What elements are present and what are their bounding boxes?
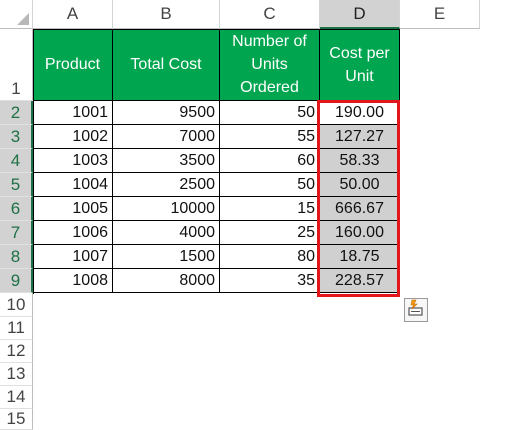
- cell-a6[interactable]: 1005: [33, 197, 113, 221]
- cell-b4[interactable]: 3500: [113, 149, 220, 173]
- cell-b7[interactable]: 4000: [113, 221, 220, 245]
- row-header-9[interactable]: 9: [0, 269, 33, 293]
- cell-d2[interactable]: 190.00: [320, 101, 400, 125]
- cell-a5[interactable]: 1004: [33, 173, 113, 197]
- cell-c3[interactable]: 55: [220, 125, 320, 149]
- cell-b2[interactable]: 9500: [113, 101, 220, 125]
- cell-a4[interactable]: 1003: [33, 149, 113, 173]
- spreadsheet-grid: A B C D E 1 2 3 4 5 6 7 8 9 10 11 12 13 …: [0, 0, 510, 430]
- cell-a2[interactable]: 1001: [33, 101, 113, 125]
- row-header-13[interactable]: 13: [0, 363, 33, 386]
- cell-d7[interactable]: 160.00: [320, 221, 400, 245]
- cell-c4[interactable]: 60: [220, 149, 320, 173]
- header-cell-total-cost[interactable]: Total Cost: [113, 29, 220, 101]
- cell-d3[interactable]: 127.27: [320, 125, 400, 149]
- column-header-d[interactable]: D: [320, 0, 400, 29]
- quick-analysis-button[interactable]: [404, 298, 428, 322]
- row-header-1[interactable]: 1: [0, 29, 33, 101]
- cell-a9[interactable]: 1008: [33, 269, 113, 293]
- row-header-6[interactable]: 6: [0, 197, 33, 221]
- row-header-5[interactable]: 5: [0, 173, 33, 197]
- cell-b3[interactable]: 7000: [113, 125, 220, 149]
- cell-a8[interactable]: 1007: [33, 245, 113, 269]
- row-header-2[interactable]: 2: [0, 101, 33, 125]
- cell-d9[interactable]: 228.57: [320, 269, 400, 293]
- cell-c6[interactable]: 15: [220, 197, 320, 221]
- header-cell-product[interactable]: Product: [33, 29, 113, 101]
- column-header-c[interactable]: C: [220, 0, 320, 29]
- cell-b5[interactable]: 2500: [113, 173, 220, 197]
- select-all-button[interactable]: [0, 0, 33, 29]
- header-cell-cost-per-unit[interactable]: Cost per Unit: [320, 29, 400, 101]
- row-header-11[interactable]: 11: [0, 317, 33, 340]
- row-header-7[interactable]: 7: [0, 221, 33, 245]
- column-header-e[interactable]: E: [400, 0, 480, 29]
- cell-d5[interactable]: 50.00: [320, 173, 400, 197]
- cell-b8[interactable]: 1500: [113, 245, 220, 269]
- column-header-b[interactable]: B: [113, 0, 220, 29]
- cell-d8[interactable]: 18.75: [320, 245, 400, 269]
- row-header-12[interactable]: 12: [0, 340, 33, 363]
- cell-c9[interactable]: 35: [220, 269, 320, 293]
- cell-c5[interactable]: 50: [220, 173, 320, 197]
- row-header-8[interactable]: 8: [0, 245, 33, 269]
- header-cell-units-ordered[interactable]: Number of Units Ordered: [220, 29, 320, 101]
- cell-a7[interactable]: 1006: [33, 221, 113, 245]
- cell-d6[interactable]: 666.67: [320, 197, 400, 221]
- cell-b9[interactable]: 8000: [113, 269, 220, 293]
- row-header-14[interactable]: 14: [0, 386, 33, 409]
- cell-c2[interactable]: 50: [220, 101, 320, 125]
- cell-c7[interactable]: 25: [220, 221, 320, 245]
- cell-d4[interactable]: 58.33: [320, 149, 400, 173]
- row-header-3[interactable]: 3: [0, 125, 33, 149]
- quick-analysis-icon: [407, 299, 425, 322]
- column-header-a[interactable]: A: [33, 0, 113, 29]
- row-header-4[interactable]: 4: [0, 149, 33, 173]
- row-header-10[interactable]: 10: [0, 293, 33, 317]
- cell-b6[interactable]: 10000: [113, 197, 220, 221]
- cell-a3[interactable]: 1002: [33, 125, 113, 149]
- cell-c8[interactable]: 80: [220, 245, 320, 269]
- row-header-15[interactable]: 15: [0, 409, 33, 430]
